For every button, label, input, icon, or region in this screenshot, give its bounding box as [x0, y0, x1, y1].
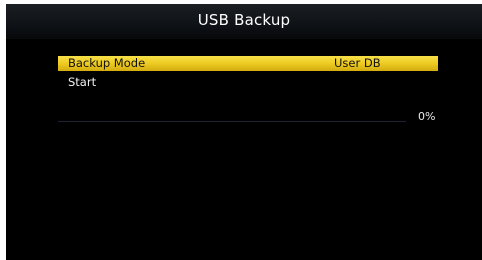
- progress-bar: [58, 121, 406, 122]
- menu-item-start[interactable]: Start: [58, 75, 438, 90]
- menu-item-backup-mode[interactable]: Backup Mode User DB: [58, 56, 438, 71]
- progress-percent: 0%: [418, 110, 436, 123]
- page-title: USB Backup: [197, 11, 291, 29]
- backup-mode-label: Backup Mode: [68, 56, 146, 70]
- tv-screen: USB Backup Backup Mode User DB Start 0%: [6, 4, 482, 260]
- backup-mode-value: User DB: [334, 56, 381, 70]
- start-label: Start: [68, 75, 97, 89]
- title-bar: USB Backup: [6, 4, 482, 39]
